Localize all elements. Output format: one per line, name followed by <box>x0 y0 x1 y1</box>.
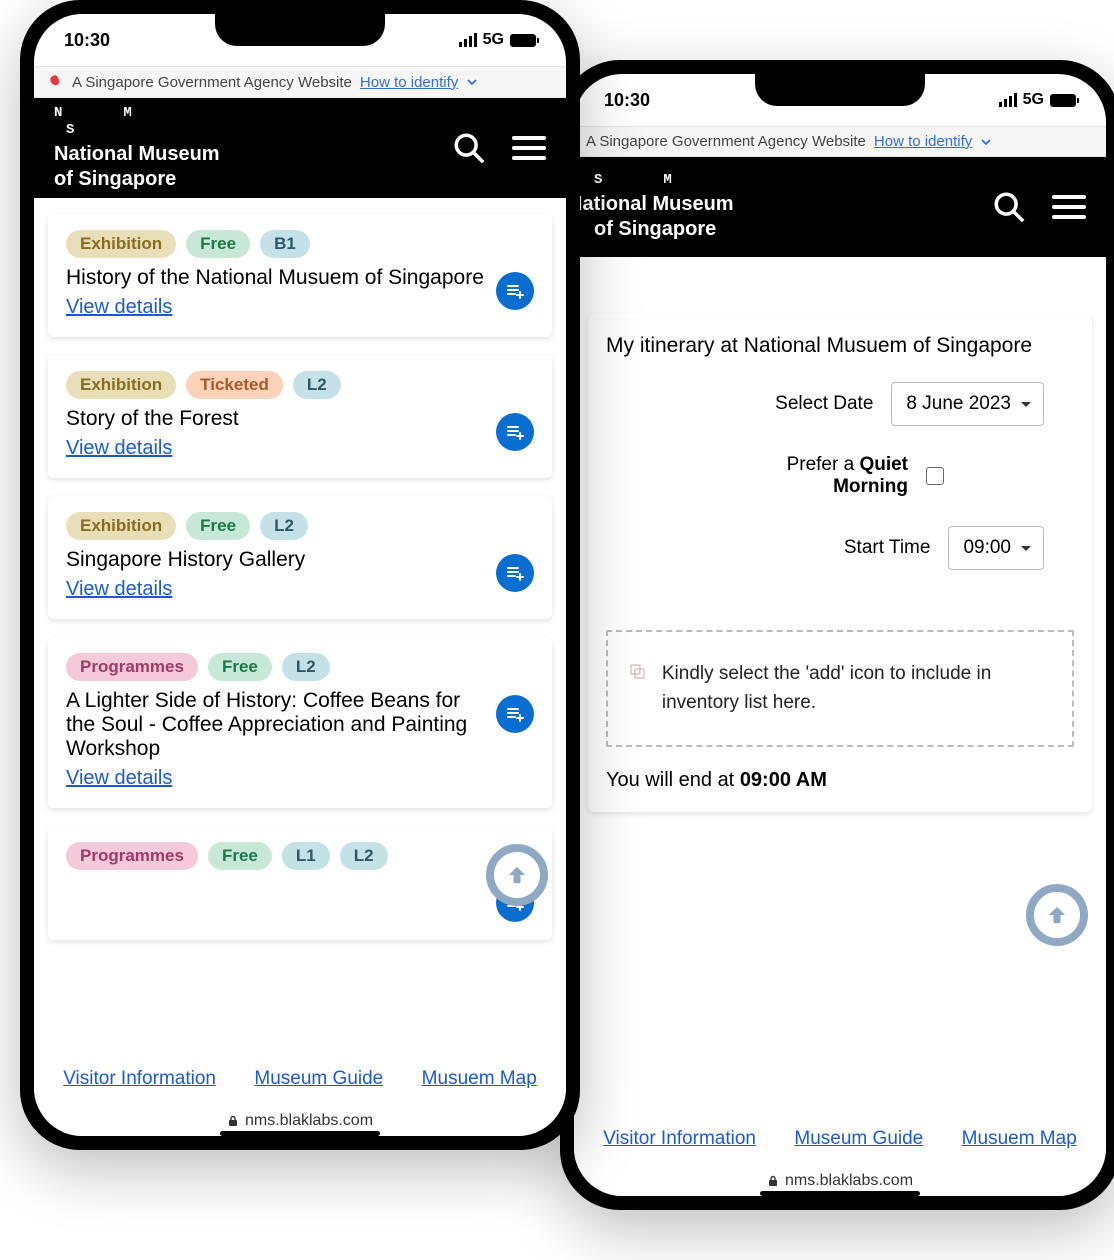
chevron-down-icon <box>980 136 992 148</box>
add-to-itinerary-button[interactable] <box>496 413 534 451</box>
gov-banner: A Singapore Government Agency Website Ho… <box>34 66 566 98</box>
tag-exhib: Exhibition <box>66 371 176 399</box>
tag-free: Free <box>208 653 272 681</box>
gov-identify-link[interactable]: How to identify <box>874 133 972 150</box>
notch <box>755 74 925 106</box>
search-icon[interactable] <box>452 131 486 165</box>
footer-link-map[interactable]: Musuem Map <box>422 1068 537 1090</box>
signal-icon <box>459 33 477 47</box>
gov-identify-link[interactable]: How to identify <box>360 74 458 91</box>
brand-logo[interactable]: SM National Museum of Singapore <box>594 172 734 242</box>
screen: 10:30 5G A Singapore Government Agency W… <box>574 74 1106 1196</box>
tag-lvl: B1 <box>260 230 310 258</box>
event-card: Exhibition Free L2 Singapore History Galler… <box>48 496 552 619</box>
lock-icon <box>227 1115 239 1127</box>
tag-exhib: Exhibition <box>66 512 176 540</box>
menu-icon[interactable] <box>512 136 546 160</box>
menu-icon[interactable] <box>1052 195 1086 219</box>
view-details-link[interactable]: View details <box>66 767 172 789</box>
tag-exhib: Exhibition <box>66 230 176 258</box>
network-label: 5G <box>483 31 504 49</box>
tag-free: Free <box>186 230 250 258</box>
itinerary-dropzone: Kindly select the 'add' icon to include … <box>606 630 1074 747</box>
footer-link-visitor[interactable]: Visitor Information <box>63 1068 216 1090</box>
event-title: Story of the Forest <box>66 407 239 431</box>
url-bar: nms.blaklabs.com <box>34 1112 566 1130</box>
scroll-to-top-button[interactable] <box>1026 884 1088 946</box>
scroll-to-top-button[interactable] <box>486 844 548 906</box>
lion-icon <box>46 73 64 91</box>
tag-lvl: L2 <box>293 371 341 399</box>
network-label: 5G <box>1023 91 1044 109</box>
date-label: Select Date <box>775 393 873 415</box>
footer-link-map[interactable]: Musuem Map <box>962 1128 1077 1150</box>
footer-link-guide[interactable]: Museum Guide <box>794 1128 923 1150</box>
chevron-down-icon <box>466 76 478 88</box>
event-title: History of the National Musuem of Singap… <box>66 266 484 290</box>
view-details-link[interactable]: View details <box>66 296 172 318</box>
time-select[interactable]: 09:00 <box>948 526 1044 570</box>
url-bar: nms.blaklabs.com <box>574 1172 1106 1190</box>
itinerary-heading: My itinerary at National Musuem of Singa… <box>606 334 1074 358</box>
add-hint-icon <box>630 662 646 682</box>
search-icon[interactable] <box>992 190 1026 224</box>
tag-lvl: L2 <box>282 653 330 681</box>
phone-left: 10:30 5G A Singapore Government Agency W… <box>20 0 580 1150</box>
navbar: NMS National Museum of Singapore <box>34 98 566 198</box>
status-time: 10:30 <box>64 30 110 51</box>
footer-link-visitor[interactable]: Visitor Information <box>603 1128 756 1150</box>
time-label: Start Time <box>844 537 931 559</box>
navbar: SM National Museum of Singapore <box>574 157 1106 257</box>
notch <box>215 14 385 46</box>
signal-icon <box>999 93 1017 107</box>
view-details-link[interactable]: View details <box>66 437 172 459</box>
tag-tick: Ticketed <box>186 371 283 399</box>
home-indicator[interactable] <box>220 1131 380 1136</box>
event-card: Exhibition Ticketed L2 Story of the Forest V… <box>48 355 552 478</box>
add-to-itinerary-button[interactable] <box>496 554 534 592</box>
tag-free: Free <box>208 842 272 870</box>
event-title: Singapore History Gallery <box>66 548 305 572</box>
gov-text: A Singapore Government Agency Website <box>72 74 352 91</box>
dropzone-text: Kindly select the 'add' icon to include … <box>662 660 1050 717</box>
event-title: A Lighter Side of History: Coffee Beans … <box>66 689 486 761</box>
tag-prog: Programmes <box>66 653 198 681</box>
quiet-morning-checkbox[interactable] <box>926 467 944 485</box>
status-time: 10:30 <box>604 90 650 111</box>
event-card: Programmes Free L1 L2 <box>48 826 552 940</box>
quiet-label: Prefer a Quiet Morning <box>728 454 908 498</box>
event-card: Programmes Free L2 A Lighter Side of Histor… <box>48 637 552 808</box>
gov-text: A Singapore Government Agency Website <box>586 133 866 150</box>
date-select[interactable]: 8 June 2023 <box>891 382 1044 426</box>
footer-links: Visitor Information Museum Guide Musuem … <box>34 1054 566 1104</box>
footer-link-guide[interactable]: Museum Guide <box>254 1068 383 1090</box>
tag-free: Free <box>186 512 250 540</box>
tag-prog: Programmes <box>66 842 198 870</box>
battery-icon <box>510 34 536 47</box>
tag-lvl: L2 <box>340 842 388 870</box>
brand-logo[interactable]: NMS National Museum of Singapore <box>54 105 220 192</box>
home-indicator[interactable] <box>760 1191 920 1196</box>
itinerary-panel: My itinerary at National Musuem of Singa… <box>588 314 1092 812</box>
itinerary-content: My itinerary at National Musuem of Singa… <box>574 304 1106 1124</box>
event-card: Exhibition Free B1 History of the National … <box>48 214 552 337</box>
footer-links: Visitor Information Museum Guide Musuem … <box>574 1114 1106 1164</box>
screen: 10:30 5G A Singapore Government Agency W… <box>34 14 566 1136</box>
listing-content: Exhibition Free B1 History of the National … <box>34 204 566 1064</box>
add-to-itinerary-button[interactable] <box>496 695 534 733</box>
end-time-text: You will end at 09:00 AM <box>606 769 1074 792</box>
tag-lvl: L1 <box>282 842 330 870</box>
view-details-link[interactable]: View details <box>66 578 172 600</box>
battery-icon <box>1050 94 1076 107</box>
add-to-itinerary-button[interactable] <box>496 272 534 310</box>
tag-lvl: L2 <box>260 512 308 540</box>
gov-banner: A Singapore Government Agency Website Ho… <box>574 126 1106 157</box>
lock-icon <box>767 1175 779 1187</box>
phone-right: 10:30 5G A Singapore Government Agency W… <box>560 60 1114 1210</box>
